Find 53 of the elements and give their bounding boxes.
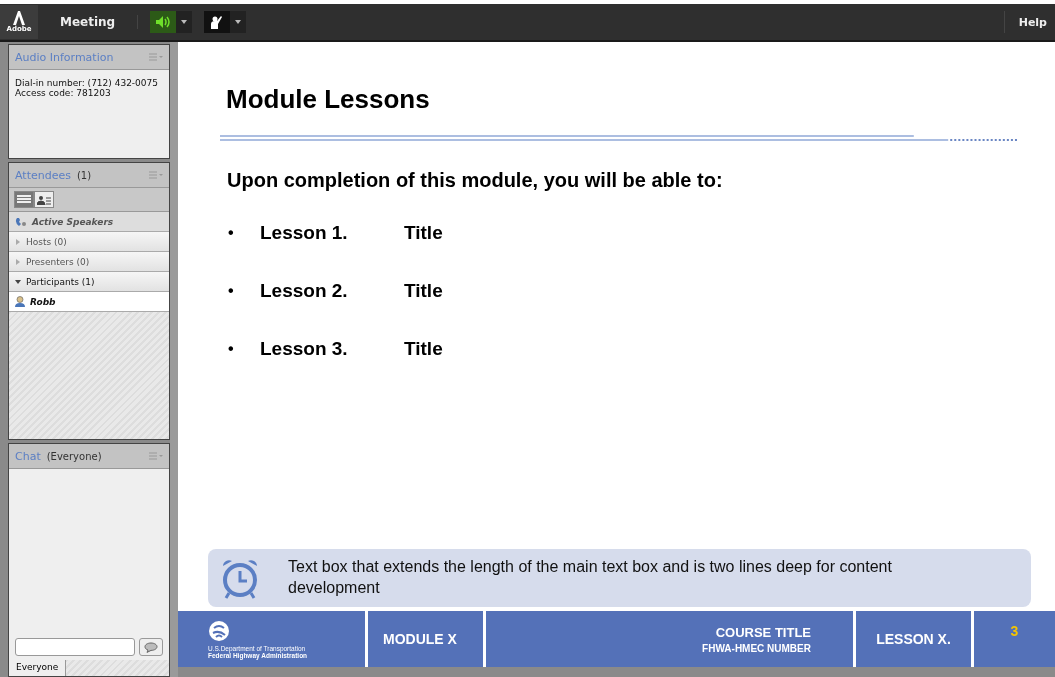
- lesson-title: Title: [404, 280, 443, 302]
- caret-icon: [181, 20, 188, 24]
- meeting-menu[interactable]: Meeting: [38, 15, 139, 29]
- speaker-icon: [155, 15, 172, 29]
- view-toggle-button[interactable]: [34, 191, 54, 208]
- attendee-count: (1): [76, 169, 92, 181]
- phone-icon: [15, 216, 27, 227]
- audio-info-text: Dial-in number: (712) 432-0075: [14, 78, 159, 88]
- help-menu[interactable]: Help: [1003, 11, 1055, 33]
- course-number: FHWA-HMEC NUMBER: [702, 642, 811, 654]
- panel-title: Chat: [15, 449, 41, 463]
- attendee-group[interactable]: Participants (1): [9, 272, 169, 292]
- panel-title: Attendees: [15, 168, 71, 182]
- attendee-group[interactable]: Presenters (0): [9, 252, 169, 272]
- disclosure-triangle-icon: [15, 238, 21, 245]
- lesson-number: Lesson 1.: [260, 222, 349, 244]
- dot-logo: [208, 619, 230, 642]
- slide-intro: Upon completion of this module, you will be able to:: [227, 169, 724, 192]
- lesson-label: LESSON X.: [876, 631, 951, 647]
- raise-hand-button[interactable]: [204, 11, 231, 33]
- page-number: 3: [1010, 623, 1019, 639]
- speech-bubble-icon: [144, 641, 158, 653]
- attendee-item[interactable]: Robb: [9, 292, 169, 312]
- disclosure-triangle-icon: [15, 278, 21, 285]
- dropdown-button[interactable]: [176, 11, 193, 33]
- person-list-icon: [37, 194, 51, 205]
- bullet: •: [228, 282, 235, 300]
- person-icon: [15, 296, 25, 307]
- panel-title: Audio Information: [15, 50, 114, 64]
- disclosure-triangle-icon: [15, 258, 21, 265]
- dropdown-button[interactable]: [230, 11, 247, 33]
- send-button[interactable]: [139, 638, 163, 656]
- lesson-title: Title: [404, 338, 443, 360]
- lesson-number: Lesson 3.: [260, 338, 349, 360]
- speaker-button[interactable]: [150, 11, 177, 33]
- caret-icon: [235, 20, 242, 24]
- bullet: •: [228, 340, 235, 358]
- chat-input-field[interactable]: [15, 638, 135, 656]
- chat-tab[interactable]: Everyone: [9, 660, 67, 676]
- active-speakers-label: Active Speakers: [32, 216, 114, 227]
- attendee-group[interactable]: Hosts (0): [9, 232, 169, 252]
- module-label: MODULE X: [383, 631, 458, 647]
- audio-info-text: Access code: 781203: [14, 88, 112, 98]
- course-title: COURSE TITLE: [715, 624, 811, 640]
- lesson-title: Title: [404, 222, 443, 244]
- chat-scope: (Everyone): [46, 450, 102, 462]
- view-toggle-button[interactable]: [14, 191, 34, 208]
- alarm-clock-icon: [220, 557, 260, 599]
- slide-title: Module Lessons: [226, 84, 431, 115]
- bullet: •: [228, 224, 235, 242]
- lesson-number: Lesson 2.: [260, 280, 349, 302]
- list-icon: [17, 194, 31, 205]
- callout-text: Text box that extends the length of the main text box and is two lines deep for content development: [288, 557, 893, 598]
